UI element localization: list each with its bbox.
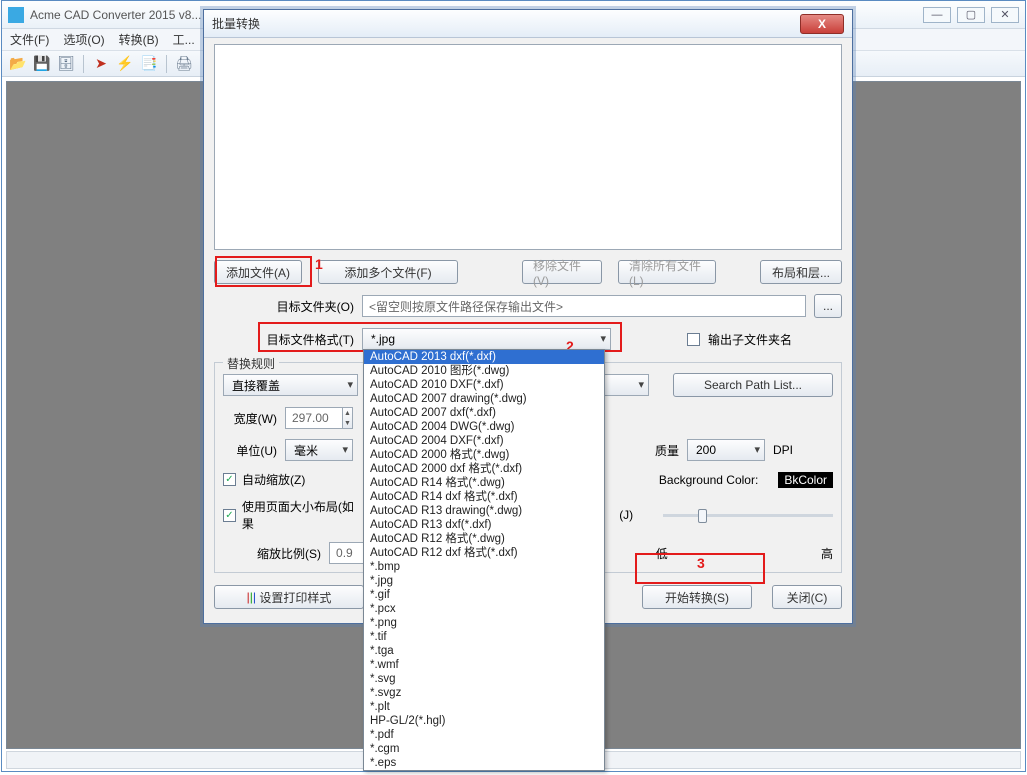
format-option[interactable]: AutoCAD 2010 DXF(*.dxf) <box>364 378 604 392</box>
quality-label: 质量 <box>639 442 679 459</box>
format-option[interactable]: *.bmp <box>364 560 604 574</box>
format-option[interactable]: AutoCAD 2004 DWG(*.dwg) <box>364 420 604 434</box>
width-label: 宽度(W) <box>223 410 277 427</box>
output-subfolder-label: 输出子文件夹名 <box>708 331 792 348</box>
menu-convert[interactable]: 转换(B) <box>119 31 159 48</box>
output-subfolder-checkbox[interactable] <box>687 333 700 346</box>
separator <box>166 55 167 73</box>
scale-input[interactable]: 0.9 <box>329 542 365 564</box>
format-option[interactable]: *.gif <box>364 588 604 602</box>
use-page-layout-label: 使用页面大小布局(如果 <box>242 498 365 532</box>
format-option[interactable]: *.pdf <box>364 728 604 742</box>
file-list[interactable] <box>214 44 842 250</box>
print-icon[interactable]: 🖨 <box>174 54 194 74</box>
format-option[interactable]: *.wmf <box>364 658 604 672</box>
save-icon[interactable]: 💾 <box>32 54 52 74</box>
high-label: 高 <box>821 545 833 562</box>
target-format-select[interactable]: *.jpg <box>362 328 611 350</box>
format-option[interactable]: AutoCAD R12 格式(*.dwg) <box>364 532 604 546</box>
width-spinner[interactable]: ▲▼ <box>343 407 353 429</box>
format-option[interactable]: AutoCAD 2007 drawing(*.dwg) <box>364 392 604 406</box>
format-option[interactable]: HP-GL/2(*.hgl) <box>364 714 604 728</box>
set-print-style-button[interactable]: ||| 设置打印样式 <box>214 585 364 609</box>
arrow-icon[interactable]: ➤ <box>91 54 111 74</box>
format-option[interactable]: *.tif <box>364 630 604 644</box>
close-button[interactable]: ✕ <box>991 7 1019 23</box>
format-option[interactable]: *.svgz <box>364 686 604 700</box>
format-option[interactable]: *.tga <box>364 644 604 658</box>
save-multi-icon[interactable]: 🗄 <box>56 54 76 74</box>
menu-file[interactable]: 文件(F) <box>10 31 49 48</box>
dialog-titlebar: 批量转换 X <box>204 10 852 38</box>
start-convert-button[interactable]: 开始转换(S) <box>642 585 752 609</box>
use-page-layout-checkbox[interactable]: ✓ <box>223 509 236 522</box>
width-input[interactable]: 297.00 <box>285 407 343 429</box>
format-option[interactable]: AutoCAD 2013 dxf(*.dxf) <box>364 350 604 364</box>
dpi-select[interactable]: 200 <box>687 439 765 461</box>
format-option[interactable]: AutoCAD R14 dxf 格式(*.dxf) <box>364 490 604 504</box>
docs-icon[interactable]: 📑 <box>139 54 159 74</box>
bolt-icon[interactable]: ⚡ <box>115 54 135 74</box>
layout-layers-button[interactable]: 布局和层... <box>760 260 842 284</box>
separator <box>83 55 84 73</box>
format-option[interactable]: AutoCAD R13 dxf(*.dxf) <box>364 518 604 532</box>
dpi-text: DPI <box>773 443 793 457</box>
low-label: 低 <box>656 545 668 562</box>
bk-color-button[interactable]: BkColor <box>778 472 833 488</box>
close-dialog-button[interactable]: 关闭(C) <box>772 585 842 609</box>
remove-file-button[interactable]: 移除文件(V) <box>522 260 602 284</box>
format-option[interactable]: *.eps <box>364 756 604 770</box>
target-format-label: 目标文件格式(T) <box>214 331 354 348</box>
quality-slider[interactable] <box>663 504 833 526</box>
add-file-button[interactable]: 添加文件(A) <box>214 260 302 284</box>
dialog-close-button[interactable]: X <box>800 14 844 34</box>
open-icon[interactable]: 📂 <box>8 54 28 74</box>
format-option[interactable]: *.svg <box>364 672 604 686</box>
auto-scale-checkbox[interactable]: ✓ <box>223 473 236 486</box>
menu-tools[interactable]: 工... <box>173 31 195 48</box>
format-option[interactable]: AutoCAD 2000 格式(*.dwg) <box>364 448 604 462</box>
format-option[interactable]: AutoCAD R14 格式(*.dwg) <box>364 476 604 490</box>
format-option[interactable]: AutoCAD 2004 DXF(*.dxf) <box>364 434 604 448</box>
format-option[interactable]: AutoCAD 2010 图形(*.dwg) <box>364 364 604 378</box>
unit-select[interactable]: 毫米 <box>285 439 353 461</box>
target-folder-label: 目标文件夹(O) <box>214 298 354 315</box>
format-option[interactable]: *.pcx <box>364 602 604 616</box>
format-option[interactable]: AutoCAD R13 drawing(*.dwg) <box>364 504 604 518</box>
add-multi-file-button[interactable]: 添加多个文件(F) <box>318 260 458 284</box>
target-folder-input[interactable]: <留空则按原文件路径保存输出文件> <box>362 295 806 317</box>
browse-button[interactable]: ... <box>814 294 842 318</box>
format-option[interactable]: AutoCAD 2000 dxf 格式(*.dxf) <box>364 462 604 476</box>
scale-ratio-label: 缩放比例(S) <box>223 545 321 562</box>
format-option[interactable]: *.plt <box>364 700 604 714</box>
target-format-dropdown[interactable]: AutoCAD 2013 dxf(*.dxf)AutoCAD 2010 图形(*… <box>363 349 605 771</box>
overwrite-select[interactable]: 直接覆盖 <box>223 374 358 396</box>
format-option[interactable]: AutoCAD R12 dxf 格式(*.dxf) <box>364 546 604 560</box>
bg-color-label: Background Color: <box>659 473 758 487</box>
format-option[interactable]: *.jpg <box>364 574 604 588</box>
clear-all-button[interactable]: 清除所有文件(L) <box>618 260 716 284</box>
unit-label: 单位(U) <box>223 442 277 459</box>
minimize-button[interactable]: — <box>923 7 951 23</box>
format-option[interactable]: *.png <box>364 616 604 630</box>
format-option[interactable]: AutoCAD 2007 dxf(*.dxf) <box>364 406 604 420</box>
format-option[interactable]: *.cgm <box>364 742 604 756</box>
search-path-button[interactable]: Search Path List... <box>673 373 833 397</box>
menu-options[interactable]: 选项(O) <box>63 31 104 48</box>
replace-rule-label: 替换规则 <box>223 355 279 372</box>
auto-scale-label: 自动缩放(Z) <box>242 471 305 488</box>
maximize-button[interactable]: ▢ <box>957 7 985 23</box>
app-icon <box>8 7 24 23</box>
dialog-title: 批量转换 <box>212 15 800 32</box>
